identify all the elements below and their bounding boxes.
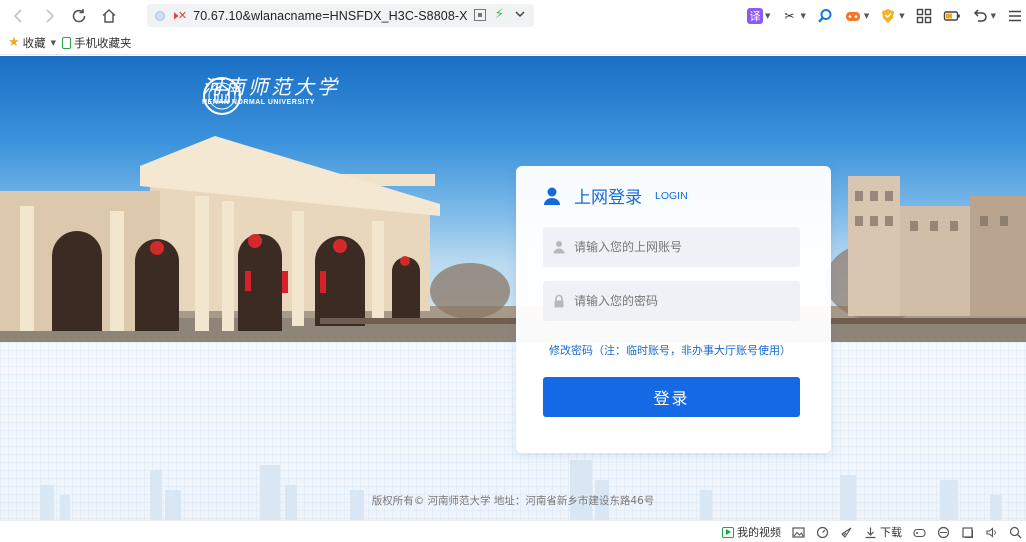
- apps-tool[interactable]: [915, 6, 933, 26]
- undo-tool[interactable]: ▼: [971, 6, 996, 26]
- battery-tool[interactable]: [943, 6, 961, 26]
- site-info-icon[interactable]: [155, 10, 165, 21]
- shield-icon: [882, 8, 895, 23]
- username-input[interactable]: [574, 240, 794, 254]
- username-field[interactable]: [543, 227, 800, 267]
- login-subtitle: LOGIN: [655, 189, 688, 202]
- window-icon: [962, 526, 973, 538]
- browser-status-bar: 我的视频 下载: [0, 520, 1026, 542]
- login-button[interactable]: 登录: [543, 377, 800, 417]
- chevron-down-icon[interactable]: [514, 8, 526, 20]
- image-icon: [792, 526, 805, 538]
- chevron-left-icon: [13, 8, 22, 23]
- bookmarks-bar: ★ 收藏 ▼ 手机收藏夹: [0, 31, 1026, 55]
- translate-icon: 译: [747, 7, 764, 24]
- translate-tool[interactable]: 译 ▼: [747, 6, 770, 26]
- muted-icon: 🕨✕: [171, 8, 188, 22]
- browser-button[interactable]: [937, 526, 950, 539]
- undo-icon: [973, 8, 987, 22]
- bookmark-favorites[interactable]: ★ 收藏 ▼: [8, 35, 56, 51]
- video-icon: [722, 526, 734, 538]
- my-videos-button[interactable]: 我的视频: [722, 524, 781, 540]
- speed-button[interactable]: [816, 526, 829, 539]
- password-input[interactable]: [574, 294, 794, 308]
- menu-tool[interactable]: [1006, 6, 1024, 26]
- magnifier-icon: [1009, 526, 1022, 538]
- game-tool[interactable]: ▼: [844, 6, 869, 26]
- zoom-button[interactable]: [1009, 526, 1022, 539]
- grid-icon: [916, 8, 931, 23]
- lightning-icon[interactable]: ⚡: [495, 7, 504, 22]
- shield-tool[interactable]: ▼: [879, 6, 905, 26]
- gauge-icon: [816, 526, 829, 538]
- user-icon: [553, 241, 565, 254]
- gamepad-icon: [913, 528, 926, 537]
- password-field[interactable]: [543, 281, 800, 321]
- login-title: 上网登录: [574, 188, 642, 208]
- browser-extensions: 译 ▼ ✂ ▼ ▼ ▼ ▼: [747, 0, 1024, 31]
- rocket-button[interactable]: [840, 526, 853, 539]
- screenshot-tool[interactable]: ✂ ▼: [780, 6, 805, 26]
- window-button[interactable]: [961, 526, 974, 539]
- reload-icon: [72, 8, 86, 22]
- speaker-icon: [986, 526, 996, 538]
- phone-icon: [62, 36, 72, 49]
- battery-icon: [943, 10, 960, 21]
- status-tools: 我的视频 下载: [722, 521, 1022, 542]
- back-button[interactable]: [4, 1, 34, 31]
- forward-button[interactable]: [34, 1, 64, 31]
- rocket-icon: [841, 527, 852, 538]
- qr-code-icon[interactable]: [474, 9, 486, 21]
- hamburger-menu-icon: [1009, 10, 1021, 21]
- bookmark-label: 收藏: [22, 35, 46, 50]
- search-icon: [817, 8, 832, 23]
- home-icon: [102, 8, 116, 23]
- download-label: 下载: [880, 526, 902, 539]
- sound-button[interactable]: [985, 526, 998, 539]
- campus-gate-illustration: [0, 136, 1026, 342]
- bookmark-mobile-folder[interactable]: 手机收藏夹: [62, 35, 132, 51]
- portal-page: 河南师范大学 HENAN NORMAL UNIVERSITY 上网登录 LOGI…: [0, 56, 1026, 520]
- gamepad-icon: [845, 11, 860, 21]
- my-videos-label: 我的视频: [737, 526, 781, 539]
- search-tool[interactable]: [816, 6, 834, 26]
- reload-button[interactable]: [64, 1, 94, 31]
- user-icon: [544, 187, 560, 205]
- game-button[interactable]: [913, 526, 926, 539]
- university-logo: 河南师范大学 HENAN NORMAL UNIVERSITY: [202, 76, 340, 115]
- browser-toolbar: 🕨✕ 70.67.10&wlanacname=HNSFDX_H3C-S8808-…: [0, 0, 1026, 31]
- university-seal-icon: [203, 77, 241, 115]
- change-password-link[interactable]: 修改密码（注：临时账号，非办事大厅账号使用）: [549, 342, 791, 358]
- chevron-right-icon: [46, 8, 55, 23]
- chevron-down-icon[interactable]: ▼: [51, 39, 56, 47]
- browser-logo-icon: [937, 526, 950, 538]
- login-header: 上网登录 LOGIN: [542, 183, 688, 208]
- login-card: 上网登录 LOGIN 修改密码（注：临时账号，非办事大厅账号使用） 登录: [516, 166, 831, 453]
- download-icon: [865, 527, 876, 538]
- copyright-footer: 版权所有© 河南师范大学 地址：河南省新乡市建设东路46号: [371, 495, 655, 507]
- lock-icon: [554, 294, 564, 308]
- address-bar[interactable]: 🕨✕ 70.67.10&wlanacname=HNSFDX_H3C-S8808-…: [147, 4, 534, 27]
- address-url[interactable]: 70.67.10&wlanacname=HNSFDX_H3C-S8808-X: [193, 9, 467, 23]
- campus-banner-image: 河南师范大学 HENAN NORMAL UNIVERSITY: [0, 56, 1026, 342]
- skyline-decoration: [40, 460, 1002, 520]
- star-icon: ★: [8, 35, 20, 50]
- home-button[interactable]: [94, 1, 124, 31]
- image-button[interactable]: [792, 526, 805, 539]
- download-button[interactable]: 下载: [864, 524, 902, 540]
- scissors-icon: ✂: [784, 8, 795, 23]
- bookmark-label: 手机收藏夹: [74, 35, 132, 50]
